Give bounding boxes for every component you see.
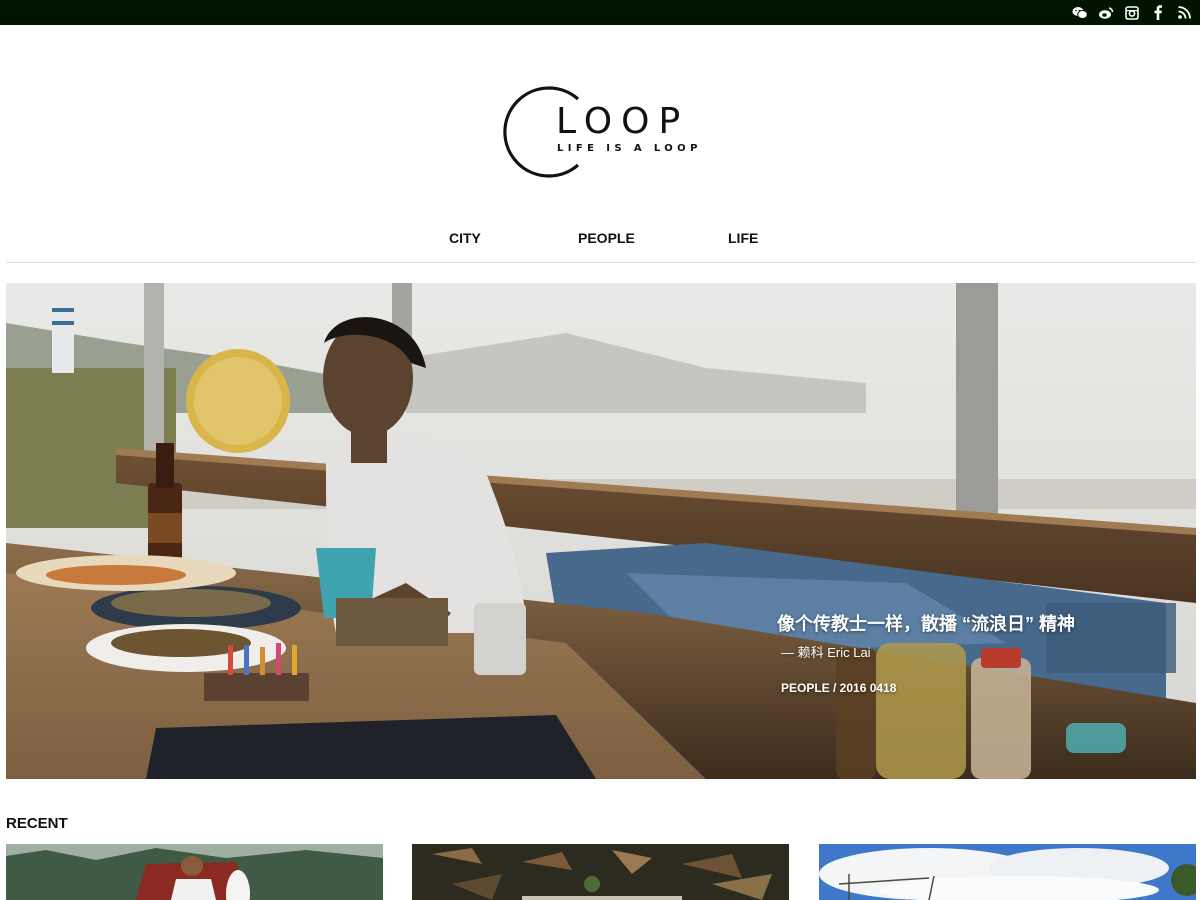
hero-author: — 赖科 Eric Lai (781, 645, 871, 660)
hero-feature[interactable]: 像个传教士一样，散播 “流浪日” 精神 — 赖科 Eric Lai PEOPLE… (6, 283, 1196, 779)
social-links (1072, 4, 1192, 21)
main-nav: CITY PEOPLE LIFE (0, 230, 1200, 252)
facebook-icon[interactable] (1150, 5, 1166, 21)
nav-item-life[interactable]: LIFE (728, 230, 758, 246)
logo-tagline: LIFE IS A LOOP (557, 143, 702, 154)
logo-wordmark: LOOP (556, 101, 690, 142)
recent-item-3-image (819, 844, 1196, 900)
wechat-icon[interactable] (1072, 5, 1088, 21)
recent-item-1-image (6, 844, 383, 900)
nav-item-people[interactable]: PEOPLE (578, 230, 635, 246)
nav-item-city[interactable]: CITY (449, 230, 481, 246)
top-bar (0, 0, 1200, 25)
recent-item-thumbnail[interactable] (819, 844, 1196, 900)
recent-heading: RECENT (6, 815, 68, 832)
hero-meta[interactable]: PEOPLE / 2016 0418 (781, 681, 896, 695)
site-logo[interactable]: LOOP LIFE IS A LOOP (502, 84, 702, 180)
recent-item-2-image (412, 844, 789, 900)
hero-title[interactable]: 像个传教士一样，散播 “流浪日” 精神 (777, 610, 1075, 636)
weibo-icon[interactable] (1098, 5, 1114, 21)
instagram-icon[interactable] (1124, 5, 1140, 21)
recent-item-thumbnail[interactable] (412, 844, 789, 900)
hero-photo (6, 283, 1196, 779)
recent-item-thumbnail[interactable] (6, 844, 383, 900)
hero-caption: 像个传教士一样，散播 “流浪日” 精神 — 赖科 Eric Lai PEOPLE… (777, 610, 1075, 695)
rss-icon[interactable] (1176, 5, 1192, 21)
nav-divider (6, 262, 1196, 263)
